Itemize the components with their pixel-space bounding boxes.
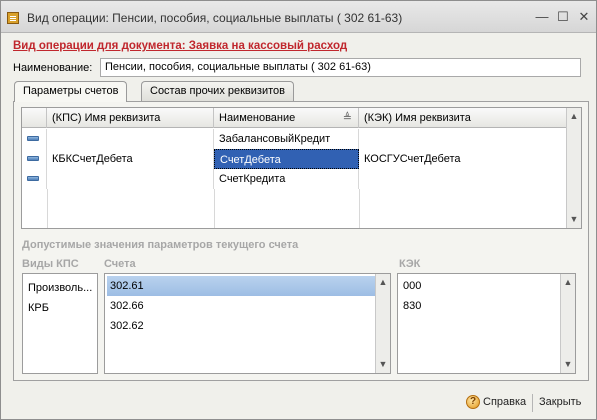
list-item[interactable]: 830 — [400, 296, 424, 316]
grid-scrollbar[interactable]: ▲ ▼ — [566, 108, 581, 228]
cell-kps[interactable] — [47, 129, 214, 149]
scroll-down-icon[interactable]: ▼ — [563, 359, 573, 369]
list-item[interactable]: 302.66 — [107, 296, 147, 316]
kps-types-label: Виды КПС — [22, 258, 79, 270]
dialog-window: Вид операции: Пенсии, пособия, социальны… — [0, 0, 597, 420]
tab-account-parameters[interactable]: Параметры счетов — [14, 81, 128, 102]
title-bar[interactable]: Вид операции: Пенсии, пособия, социальны… — [1, 1, 596, 33]
column-name[interactable]: Наименование ≜ — [214, 108, 359, 128]
kek-scrollbar[interactable]: ▲ ▼ — [560, 274, 575, 373]
cell-kps[interactable] — [47, 169, 214, 189]
table-row[interactable]: СчетКредита — [22, 169, 567, 189]
help-button[interactable]: ? Справка — [466, 394, 528, 412]
cell-name-selected[interactable]: СчетДебета — [214, 149, 359, 169]
column-kps[interactable]: (КПС) Имя реквизита — [47, 108, 214, 128]
cell-name[interactable]: СчетКредита — [214, 169, 359, 189]
help-icon: ? — [466, 395, 480, 409]
row-icon — [27, 136, 39, 141]
column-kek[interactable]: (КЭК) Имя реквизита — [359, 108, 567, 128]
list-item-selected[interactable]: 302.61 — [107, 276, 375, 296]
row-icon — [27, 176, 39, 181]
window-title: Вид операции: Пенсии, пособия, социальны… — [27, 11, 403, 25]
dialog-footer: ? Справка Закрыть — [1, 388, 596, 419]
kps-types-list[interactable]: Произволь... КРБ — [22, 273, 98, 374]
cell-kek[interactable]: КОСГУСчетДебета — [359, 149, 567, 169]
grid-header-icon-col — [22, 108, 47, 128]
sort-icon: ≜ — [342, 112, 352, 124]
kek-list[interactable]: 000 830 ▲ ▼ — [397, 273, 576, 374]
scroll-down-icon[interactable]: ▼ — [378, 359, 388, 369]
list-item[interactable]: Произволь... — [25, 278, 95, 298]
tab-other-requisites[interactable]: Состав прочих реквизитов — [141, 81, 294, 101]
row-icon — [27, 156, 39, 161]
cell-name[interactable]: ЗабалансовыйКредит — [214, 129, 359, 149]
scroll-up-icon[interactable]: ▲ — [378, 277, 388, 287]
cell-kps[interactable]: КБКСчетДебета — [47, 149, 214, 169]
accounts-scrollbar[interactable]: ▲ ▼ — [375, 274, 390, 373]
minimize-button[interactable]: — — [535, 10, 549, 24]
cell-kek[interactable] — [359, 169, 567, 189]
footer-divider — [532, 394, 533, 412]
grid-header: (КПС) Имя реквизита Наименование ≜ (КЭК)… — [22, 108, 567, 128]
name-label: Наименование: — [13, 62, 93, 74]
list-item[interactable]: КРБ — [25, 298, 52, 318]
tab-panel: (КПС) Имя реквизита Наименование ≜ (КЭК)… — [13, 101, 589, 381]
requisites-grid: (КПС) Имя реквизита Наименование ≜ (КЭК)… — [21, 107, 582, 229]
scroll-up-icon[interactable]: ▲ — [569, 111, 579, 121]
accounts-label: Счета — [104, 258, 136, 270]
list-item[interactable]: 302.62 — [107, 316, 147, 336]
document-operation-link[interactable]: Вид операции для документа: Заявка на ка… — [13, 40, 347, 52]
cell-kek[interactable] — [359, 129, 567, 149]
maximize-button[interactable]: ☐ — [556, 10, 570, 24]
list-item[interactable]: 000 — [400, 276, 424, 296]
allowed-values-title: Допустимые значения параметров текущего … — [22, 239, 299, 251]
scroll-down-icon[interactable]: ▼ — [569, 214, 579, 224]
kek-label: КЭК — [399, 258, 421, 270]
table-row[interactable]: КБКСчетДебета СчетДебета КОСГУСчетДебета — [22, 149, 567, 169]
name-input[interactable]: Пенсии, пособия, социальные выплаты ( 30… — [100, 58, 581, 77]
table-row[interactable]: ЗабалансовыйКредит — [22, 129, 567, 149]
close-button[interactable]: Закрыть — [539, 394, 589, 412]
accounts-list[interactable]: 302.61 302.66 302.62 ▲ ▼ — [104, 273, 391, 374]
close-window-button[interactable]: ✕ — [577, 10, 591, 24]
column-name-label: Наименование — [219, 112, 296, 124]
scroll-up-icon[interactable]: ▲ — [563, 277, 573, 287]
help-button-label: Справка — [483, 396, 527, 408]
document-app-icon — [7, 12, 19, 24]
